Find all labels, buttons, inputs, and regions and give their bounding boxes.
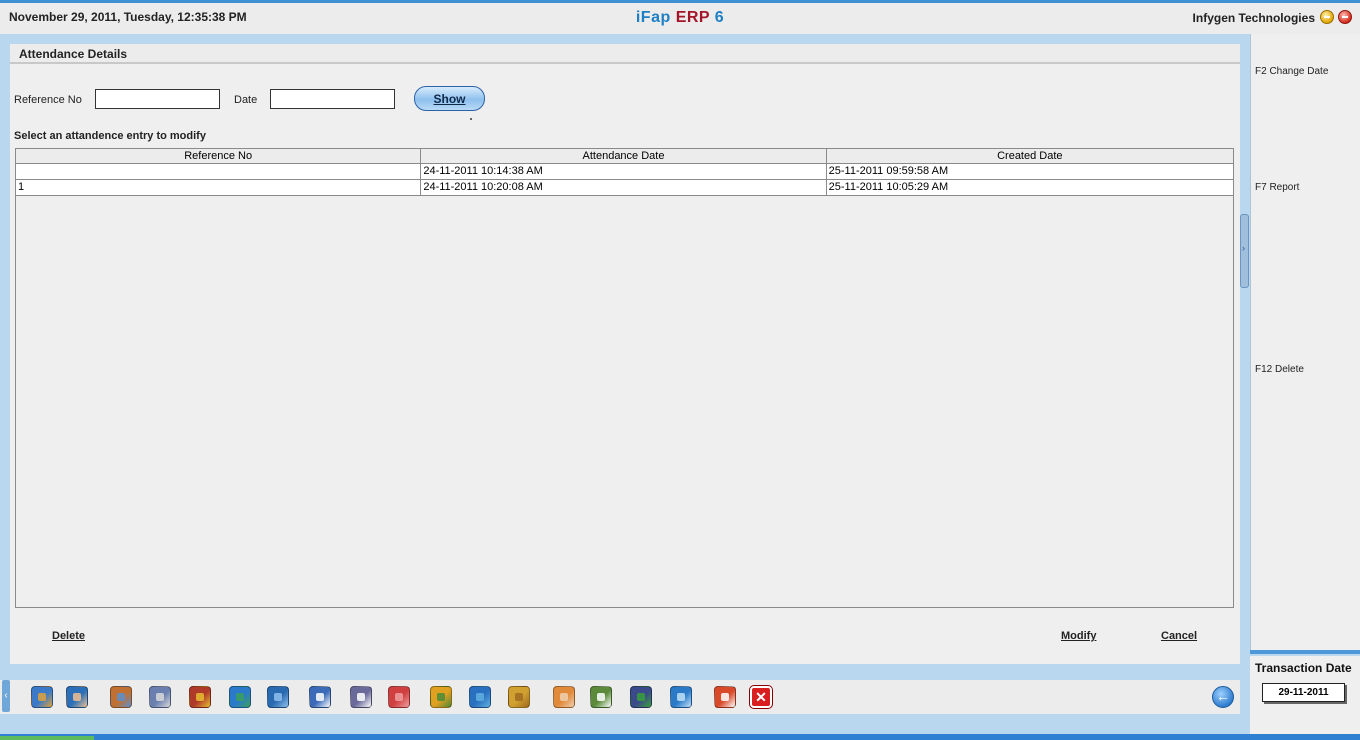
shortcut-f12-delete[interactable]: F12 Delete xyxy=(1255,364,1304,375)
calendar-icon-glyph xyxy=(721,693,729,701)
books-icon-glyph xyxy=(196,693,204,701)
panel-title: Attendance Details xyxy=(10,44,1240,64)
table-header-row: Reference No Attendance Date Created Dat… xyxy=(16,149,1233,164)
side-panel-toggle[interactable]: › xyxy=(1240,214,1249,288)
reference-no-label: Reference No xyxy=(14,94,82,106)
back-arrow-icon[interactable]: ← xyxy=(1212,686,1234,708)
column-header-created-date[interactable]: Created Date xyxy=(827,149,1233,163)
brand-erp: ERP xyxy=(675,9,710,26)
cart-icon[interactable] xyxy=(229,686,251,708)
share-icon[interactable] xyxy=(469,686,491,708)
column-header-reference-no[interactable]: Reference No xyxy=(16,149,422,163)
dial-icon-glyph xyxy=(560,693,568,701)
cell-attendance-date[interactable]: 24-11-2011 10:14:38 AM xyxy=(421,164,827,179)
employees-icon-glyph xyxy=(117,693,125,701)
close-window-icon[interactable] xyxy=(1338,10,1352,24)
sync-icon-glyph xyxy=(274,693,282,701)
panel-divider xyxy=(1250,650,1360,654)
modify-button-label: Modify xyxy=(1061,630,1097,642)
window-icon-glyph xyxy=(316,693,324,701)
attendance-panel: Attendance Details Reference No Date Sho… xyxy=(10,44,1240,664)
package-icon-glyph xyxy=(515,693,523,701)
cancel-button[interactable]: Cancel xyxy=(1161,630,1197,642)
cell-created-date[interactable]: 25-11-2011 09:59:58 AM xyxy=(827,164,1233,179)
cell-reference-no[interactable] xyxy=(16,164,422,179)
minimize-icon[interactable] xyxy=(1320,10,1334,24)
window-icon[interactable] xyxy=(309,686,331,708)
spreadsheet-icon[interactable] xyxy=(590,686,612,708)
focus-dot xyxy=(470,118,472,120)
calendar-icon[interactable] xyxy=(714,686,736,708)
show-button[interactable]: Show xyxy=(414,86,485,111)
column-header-attendance-date[interactable]: Attendance Date xyxy=(421,149,827,163)
reference-no-input[interactable] xyxy=(95,89,220,109)
dock-scroll-left-icon[interactable]: ‹ xyxy=(2,680,10,712)
package-icon[interactable] xyxy=(508,686,530,708)
shortcut-f7-report[interactable]: F7 Report xyxy=(1255,182,1299,193)
network-icon-glyph xyxy=(156,693,164,701)
module-dock xyxy=(0,680,1240,714)
user-search-icon-glyph xyxy=(73,693,81,701)
save-icon[interactable] xyxy=(630,686,652,708)
status-bar xyxy=(0,734,1360,740)
attendance-table: Reference No Attendance Date Created Dat… xyxy=(15,148,1234,608)
modify-button[interactable]: Modify xyxy=(1061,630,1096,642)
transaction-date-value: 29-11-2011 xyxy=(1262,683,1345,702)
user-search-icon[interactable] xyxy=(66,686,88,708)
cell-created-date[interactable]: 25-11-2011 10:05:29 AM xyxy=(827,180,1233,195)
shortcut-f2-change-date[interactable]: F2 Change Date xyxy=(1255,66,1328,77)
brand-ifap: iFap xyxy=(635,9,671,26)
ledger-icon[interactable] xyxy=(31,686,53,708)
chevron-right-icon: › xyxy=(1242,243,1245,253)
brand-version: 6 xyxy=(714,9,725,26)
dial-icon[interactable] xyxy=(553,686,575,708)
close-icon[interactable]: ✕ xyxy=(750,686,772,708)
delete-button-label: Delete xyxy=(52,630,86,642)
status-progress xyxy=(0,736,94,740)
table-row[interactable]: 1 24-11-2011 10:20:08 AM 25-11-2011 10:0… xyxy=(16,180,1233,196)
save-icon-glyph xyxy=(637,693,645,701)
app-title: iFap ERP 6 xyxy=(0,9,1360,27)
employees-icon[interactable] xyxy=(110,686,132,708)
cell-attendance-date[interactable]: 24-11-2011 10:20:08 AM xyxy=(421,180,827,195)
shortcut-panel: F2 Change Date F7 Report F12 Delete xyxy=(1250,34,1360,650)
transaction-date-label: Transaction Date xyxy=(1255,661,1352,675)
books-icon[interactable] xyxy=(189,686,211,708)
ledger-icon-glyph xyxy=(38,693,46,701)
spreadsheet-icon-glyph xyxy=(597,693,605,701)
title-bar: November 29, 2011, Tuesday, 12:35:38 PM … xyxy=(0,0,1360,34)
network-icon[interactable] xyxy=(149,686,171,708)
settings-icon-glyph xyxy=(677,693,685,701)
instruction-text: Select an attandence entry to modify xyxy=(14,130,206,142)
chart-icon-glyph xyxy=(395,693,403,701)
transaction-date-panel: Transaction Date 29-11-2011 xyxy=(1250,656,1360,734)
tree-icon-glyph xyxy=(437,693,445,701)
date-input[interactable] xyxy=(270,89,395,109)
company-name: Infygen Technologies xyxy=(1192,11,1315,25)
cell-reference-no[interactable]: 1 xyxy=(16,180,422,195)
cart-icon-glyph xyxy=(236,693,244,701)
document-icon[interactable] xyxy=(350,686,372,708)
cancel-button-label: Cancel xyxy=(1161,630,1198,642)
share-icon-glyph xyxy=(476,693,484,701)
document-icon-glyph xyxy=(357,693,365,701)
sync-icon[interactable] xyxy=(267,686,289,708)
table-row[interactable]: 24-11-2011 10:14:38 AM 25-11-2011 09:59:… xyxy=(16,164,1233,180)
tree-icon[interactable] xyxy=(430,686,452,708)
delete-button[interactable]: Delete xyxy=(52,630,85,642)
settings-icon[interactable] xyxy=(670,686,692,708)
chart-icon[interactable] xyxy=(388,686,410,708)
date-label: Date xyxy=(234,94,258,106)
